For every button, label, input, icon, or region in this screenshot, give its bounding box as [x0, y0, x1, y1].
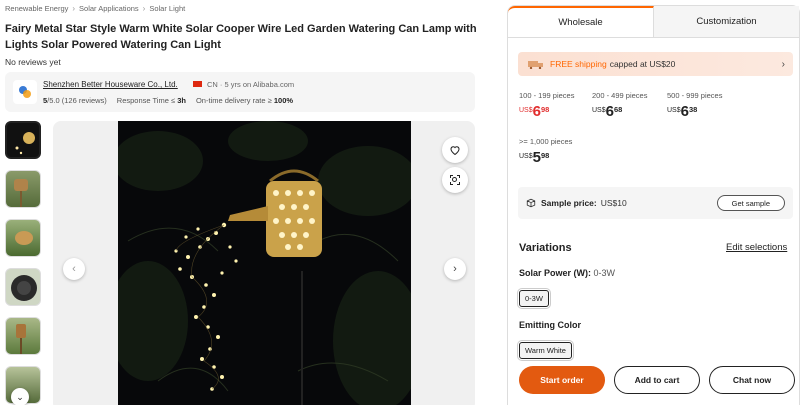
start-order-button[interactable]: Start order [519, 366, 605, 394]
heart-icon [450, 146, 460, 156]
supplier-meta: CN · 5 yrs on Alibaba.com [207, 80, 295, 89]
emitting-color-attribute: Emitting Color [519, 320, 581, 330]
option-warm-white[interactable]: Warm White [519, 342, 572, 359]
shipping-banner[interactable]: FREE shipping capped at US$20 › [518, 52, 793, 76]
chevron-down-icon[interactable]: ⌄ [11, 388, 29, 405]
chevron-right-icon: › [142, 4, 146, 13]
breadcrumb-item[interactable]: Solar Light [149, 4, 185, 13]
supplier-logo [13, 80, 37, 104]
shipping-cap: capped at US$20 [609, 59, 676, 69]
chevron-right-icon: › [781, 58, 785, 70]
thumbnail[interactable] [5, 121, 41, 159]
price-tier: >= 1,000 pieces US$ 5 98 [519, 137, 573, 166]
thumbnail-strip [5, 121, 43, 405]
variations-title: Variations [519, 242, 572, 254]
add-to-cart-button[interactable]: Add to cart [614, 366, 700, 394]
get-sample-button[interactable]: Get sample [716, 195, 785, 211]
option-0-3w[interactable]: 0-3W [519, 290, 549, 307]
sample-price-box: Sample price: US$10 Get sample [518, 187, 793, 219]
reviews-status: No reviews yet [5, 57, 61, 67]
breadcrumb: Renewable Energy › Solar Applications › … [5, 4, 185, 13]
box-icon [526, 198, 536, 208]
price-tier: 200 - 499 pieces US$ 6 68 [592, 91, 648, 120]
tab-wholesale[interactable]: Wholesale [508, 6, 654, 37]
supplier-stats: 5/5.0 (126 reviews) Response Time ≤ 3h O… [43, 96, 293, 105]
next-image-button[interactable]: › [444, 258, 466, 280]
product-title: Fairy Metal Star Style Warm White Solar … [5, 23, 477, 51]
solar-power-attribute: Solar Power (W): 0-3W [519, 268, 616, 278]
truck-icon [528, 61, 543, 69]
china-flag-icon [193, 81, 202, 87]
chevron-right-icon: › [72, 4, 76, 13]
thumbnail[interactable] [5, 219, 41, 257]
thumbnail[interactable] [5, 268, 41, 306]
breadcrumb-item[interactable]: Renewable Energy [5, 4, 68, 13]
sample-value: US$10 [600, 198, 627, 208]
free-shipping-label: FREE shipping [550, 59, 607, 69]
price-tier: 500 - 999 pieces US$ 6 38 [667, 91, 723, 120]
favorite-button[interactable] [442, 137, 468, 163]
image-search-button[interactable] [442, 167, 468, 193]
image-gallery: ‹ › [53, 121, 475, 405]
chat-now-button[interactable]: Chat now [709, 366, 795, 394]
action-bar: Start order Add to cart Chat now [519, 366, 795, 394]
thumbnail[interactable] [5, 170, 41, 208]
tab-bar: Wholesale Customization [508, 6, 799, 38]
response-time: Response Time ≤ 3h [116, 96, 186, 105]
tab-customization[interactable]: Customization [654, 6, 799, 37]
previous-image-button[interactable]: ‹ [63, 258, 85, 280]
sample-label: Sample price: [541, 198, 597, 208]
supplier-card: Shenzhen Better Houseware Co., Ltd. CN ·… [5, 72, 475, 112]
edit-selections-link[interactable]: Edit selections [726, 242, 787, 253]
supplier-name-link[interactable]: Shenzhen Better Houseware Co., Ltd. [43, 80, 178, 89]
purchase-panel: Wholesale Customization FREE shipping ca… [507, 5, 800, 405]
breadcrumb-item[interactable]: Solar Applications [79, 4, 139, 13]
thumbnail[interactable] [5, 317, 41, 355]
scan-icon [450, 175, 460, 185]
delivery-rate: On-time delivery rate ≥ 100% [195, 96, 294, 105]
supplier-rating: 5/5.0 (126 reviews) [43, 96, 107, 105]
product-image[interactable] [118, 121, 411, 405]
price-tier: 100 - 199 pieces US$ 6 98 [519, 91, 575, 120]
